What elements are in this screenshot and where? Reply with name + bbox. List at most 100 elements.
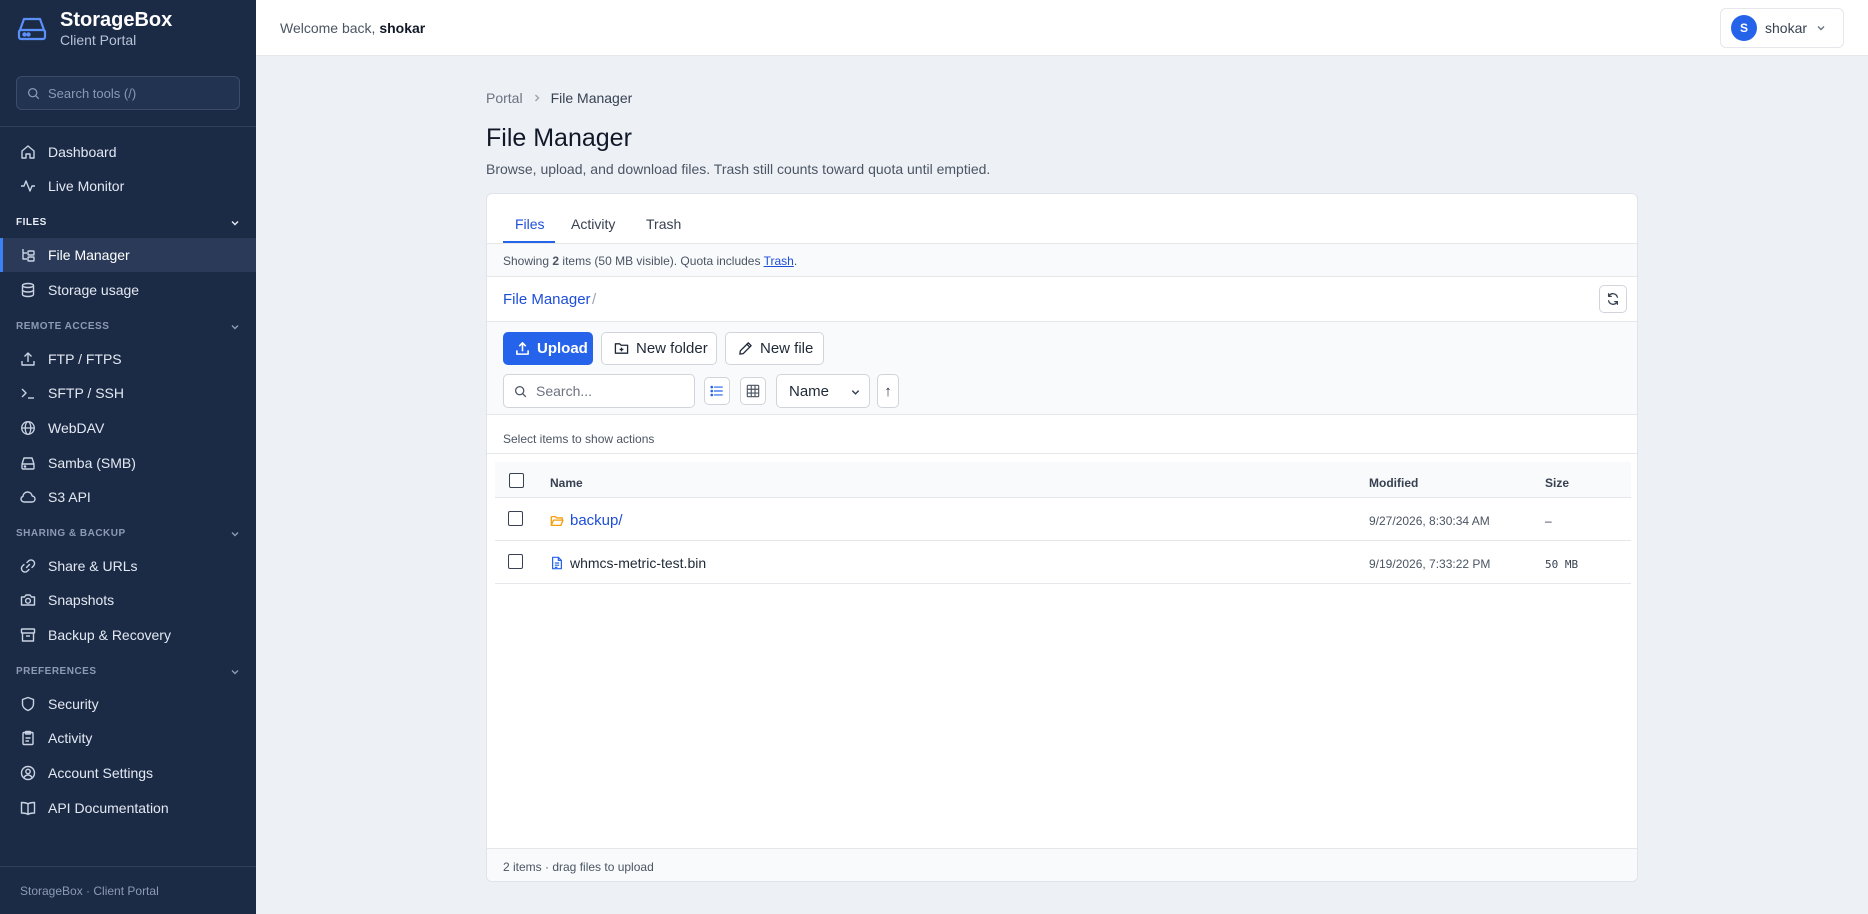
file-manager-card: Files Activity Trash Showing 2 items (50… [486,193,1638,882]
shield-icon [21,696,35,712]
quota-info: Showing 2 items (50 MB visible). Quota i… [487,244,1637,277]
app-subtitle: Client Portal [60,32,137,48]
sidebar-item-label: S3 API [48,489,91,505]
sidebar-item-label: Snapshots [48,592,115,608]
brand[interactable]: StorageBox Client Portal [0,0,256,58]
refresh-icon [1607,293,1619,305]
chevron-down-icon [851,390,860,395]
status-footer: 2 items · drag files to upload [487,848,1637,881]
section-title: PREFERENCES [16,666,97,677]
sidebar-item-label: Live Monitor [48,178,125,194]
grid-view-button[interactable] [740,377,766,405]
sidebar-item-api-documentation[interactable]: API Documentation [0,791,256,825]
new-folder-label: New folder [636,340,708,357]
avatar: S [1731,15,1757,41]
tab-files[interactable]: Files [515,216,545,232]
book-icon [20,801,36,816]
sidebar-item-label: SFTP / SSH [48,385,124,401]
page-title: File Manager [486,124,632,152]
path-separator: / [592,291,597,308]
file-toolbar: Upload New folder New file Name ↑ [487,322,1637,415]
section-title: REMOTE ACCESS [16,321,110,332]
sidebar-item-label: File Manager [48,247,130,263]
new-file-button[interactable]: New file [725,332,824,365]
search-icon [514,385,527,397]
sidebar-item-storage-usage[interactable]: Storage usage [0,273,256,307]
section-preferences[interactable]: PREFERENCES [16,666,240,677]
sort-select-value: Name [789,382,830,400]
sidebar-item-security[interactable]: Security [0,687,256,721]
sidebar-item-activity[interactable]: Activity [0,721,256,755]
sidebar-item-account-settings[interactable]: Account Settings [0,756,256,790]
app-name: StorageBox [60,9,173,31]
table-row[interactable]: whmcs-metric-test.bin 9/19/2026, 7:33:22… [495,541,1631,584]
sort-select[interactable]: Name [776,374,870,408]
sidebar-item-backup-recovery[interactable]: Backup & Recovery [0,618,256,652]
sidebar: StorageBox Client Portal Dashboard Live … [0,0,256,914]
file-size: 50 MB [1545,558,1579,571]
folder-tree-icon [22,249,35,262]
welcome-prefix: Welcome back, [280,20,376,36]
column-size[interactable]: Size [1545,476,1569,490]
tab-activity[interactable]: Activity [571,216,615,232]
folder-link[interactable]: backup/ [550,512,623,529]
terminal-icon [21,388,34,399]
section-files[interactable]: FILES [16,217,240,228]
sidebar-item-file-manager[interactable]: File Manager [0,238,256,272]
chevron-down-icon [231,324,239,329]
table-row[interactable]: backup/ 9/27/2026, 8:30:34 AM – [495,498,1631,541]
sidebar-item-snapshots[interactable]: Snapshots [0,583,256,617]
upload-button[interactable]: Upload [503,332,593,365]
welcome-message: Welcome back, shokar [280,20,425,36]
column-modified[interactable]: Modified [1369,476,1418,490]
sidebar-item-dashboard[interactable]: Dashboard [0,135,256,169]
file-search[interactable] [503,374,695,408]
sidebar-item-live-monitor[interactable]: Live Monitor [0,169,256,203]
trash-link[interactable]: Trash [764,254,794,268]
sidebar-item-ftp[interactable]: FTP / FTPS [0,342,256,376]
sidebar-item-label: Samba (SMB) [48,455,136,471]
row-checkbox[interactable] [508,511,523,526]
section-sharing-backup[interactable]: SHARING & BACKUP [16,528,240,539]
sidebar-item-sftp[interactable]: SFTP / SSH [0,376,256,410]
sidebar-item-share-urls[interactable]: Share & URLs [0,549,256,583]
refresh-button[interactable] [1599,285,1627,313]
sidebar-item-label: Backup & Recovery [48,627,171,643]
sidebar-item-webdav[interactable]: WebDAV [0,411,256,445]
list-view-button[interactable] [704,377,730,405]
sort-direction-button[interactable]: ↑ [877,374,899,408]
breadcrumb-current: File Manager [550,90,633,106]
tab-bar: Files Activity Trash [487,194,1637,244]
column-name[interactable]: Name [550,476,583,490]
section-remote-access[interactable]: REMOTE ACCESS [16,321,240,332]
storage-drive-icon [17,17,47,41]
sidebar-footer-divider [0,866,256,867]
file-name: whmcs-metric-test.bin [570,555,707,571]
sidebar-footer: StorageBox · Client Portal [20,884,159,898]
hard-drive-icon [21,457,35,470]
select-all-checkbox[interactable] [509,473,524,488]
welcome-username: shokar [379,20,426,36]
path-root-link[interactable]: File Manager [503,291,591,308]
sidebar-divider [0,126,256,127]
sidebar-search-input[interactable] [48,85,228,101]
upload-icon [516,342,529,355]
upload-icon [21,352,35,366]
tab-trash[interactable]: Trash [646,216,681,232]
new-folder-button[interactable]: New folder [601,332,717,365]
archive-icon [20,628,36,642]
sidebar-item-samba[interactable]: Samba (SMB) [0,446,256,480]
pencil-icon [739,342,752,355]
sidebar-search[interactable] [16,76,240,110]
breadcrumb-portal[interactable]: Portal [486,90,523,106]
sidebar-item-s3-api[interactable]: S3 API [0,480,256,514]
showing-suffix: items (50 MB visible). Quota includes [562,254,761,268]
user-menu-button[interactable]: S shokar [1720,8,1844,48]
file-modified: 9/19/2026, 7:33:22 PM [1369,557,1491,571]
section-title: FILES [16,217,47,228]
file-link[interactable]: whmcs-metric-test.bin [550,555,706,571]
row-checkbox[interactable] [508,554,523,569]
path-bar: File Manager / [487,277,1637,322]
chevron-down-icon [231,669,239,674]
file-search-input[interactable] [536,383,686,399]
